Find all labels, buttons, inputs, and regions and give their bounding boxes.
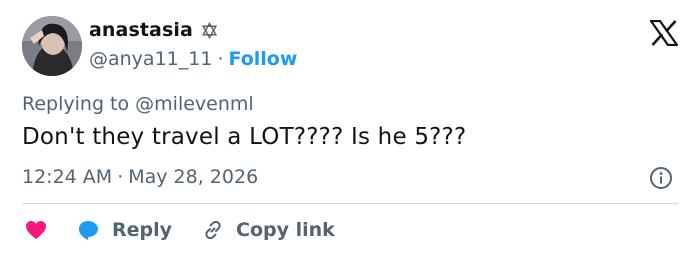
handle-row: @anya11_11 · Follow — [89, 48, 297, 70]
timestamp[interactable]: 12:24 AM · May 28, 2026 — [22, 166, 258, 188]
tweet-date: May 28, 2026 — [128, 166, 259, 188]
copy-link-button[interactable]: Copy link — [172, 218, 335, 242]
tweet-card: anastasia @anya11_11 · Follow Replying t… — [0, 0, 700, 256]
info-icon[interactable] — [649, 166, 673, 190]
reply-context: Replying to @milevenml — [22, 93, 254, 115]
tweet-time: 12:24 AM — [22, 166, 113, 188]
separator-dot: · — [117, 166, 124, 188]
avatar[interactable] — [22, 16, 82, 76]
follow-button[interactable]: Follow — [228, 48, 297, 70]
reply-bubble-icon — [77, 218, 101, 242]
display-name[interactable]: anastasia — [89, 19, 193, 41]
tweet-text: Don't they travel a LOT???? Is he 5??? — [22, 124, 467, 150]
reply-label: Reply — [112, 219, 173, 241]
heart-icon — [24, 218, 48, 242]
x-logo-icon[interactable] — [648, 19, 680, 47]
user-handle[interactable]: @anya11_11 — [89, 48, 212, 70]
copy-link-label: Copy link — [236, 219, 335, 241]
star-of-david-icon — [201, 21, 218, 39]
reply-button[interactable]: Reply — [48, 218, 172, 242]
reply-prefix: Replying to — [22, 93, 136, 115]
name-row: anastasia — [89, 19, 218, 41]
divider — [22, 203, 678, 204]
action-bar: Reply Copy link — [24, 215, 335, 245]
reply-to-mention[interactable]: @milevenml — [135, 93, 254, 115]
avatar-image — [22, 16, 82, 76]
link-icon — [201, 218, 225, 242]
like-button[interactable] — [24, 218, 48, 242]
separator-dot: · — [217, 48, 224, 70]
